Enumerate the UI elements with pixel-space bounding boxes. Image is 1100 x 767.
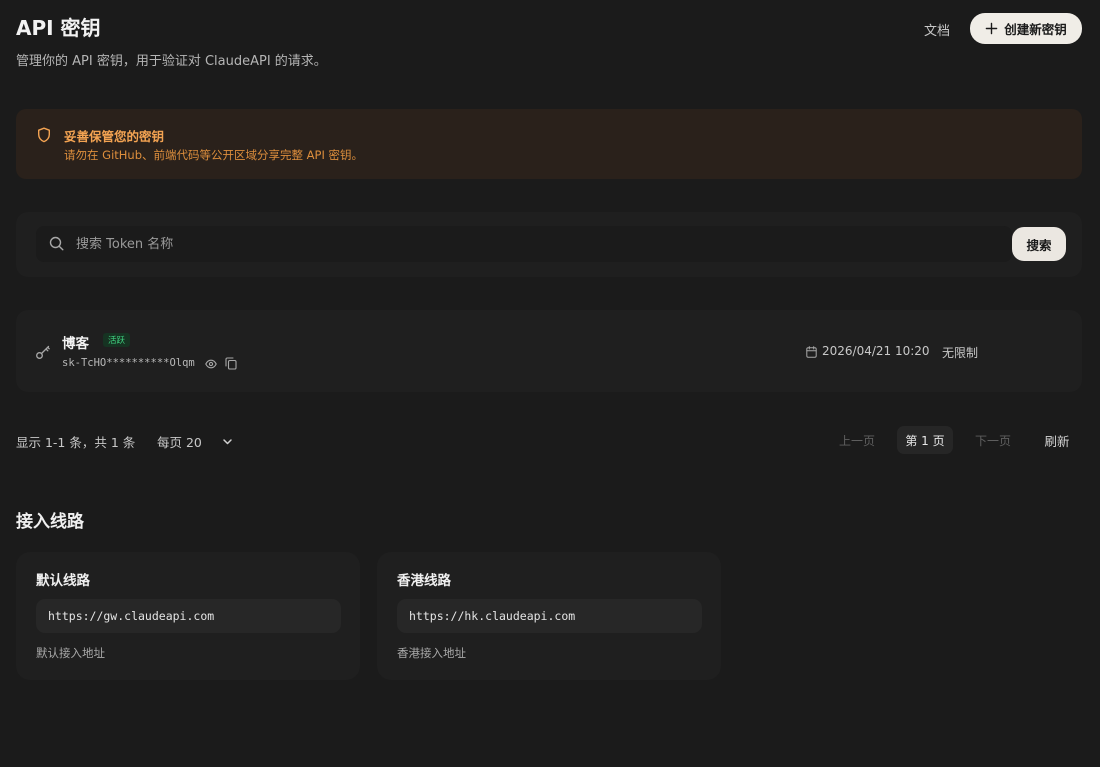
route-url[interactable]: https://gw.claudeapi.com <box>36 599 341 633</box>
token-quota: 无限制 <box>942 346 979 360</box>
token-key: sk-TcHO**********Olqm <box>62 357 195 369</box>
token-row: 博客 活跃 sk-TcHO**********Olqm 2026/04/21 1… <box>16 310 1082 392</box>
warning-title: 妥善保管您的密钥 <box>64 129 165 144</box>
page-subtitle: 管理你的 API 密钥，用于验证对 ClaudeAPI 的请求。 <box>16 54 327 69</box>
docs-link[interactable]: 文档 <box>912 18 962 40</box>
key-icon <box>36 345 50 359</box>
status-badge: 活跃 <box>103 333 131 347</box>
create-key-button[interactable]: 创建新密钥 <box>970 13 1082 44</box>
routes-title: 接入线路 <box>16 512 84 532</box>
page-size-select[interactable]: 每页 20 <box>157 432 237 450</box>
search-panel: 搜索 <box>16 212 1082 277</box>
pagination-info: 显示 1-1 条，共 1 条 <box>16 435 136 450</box>
route-name: 香港线路 <box>397 573 451 589</box>
search-input[interactable] <box>76 226 996 262</box>
page-title: API 密钥 <box>16 16 101 40</box>
create-key-label: 创建新密钥 <box>1004 22 1067 37</box>
token-name: 博客 <box>62 336 89 352</box>
eye-icon[interactable] <box>205 358 217 370</box>
route-card-default: 默认线路 https://gw.claudeapi.com 默认接入地址 <box>16 552 360 680</box>
copy-icon[interactable] <box>225 357 237 370</box>
route-card-hk: 香港线路 https://hk.claudeapi.com 香港接入地址 <box>377 552 721 680</box>
search-box <box>36 226 1012 262</box>
plus-icon <box>985 22 998 35</box>
prev-page-button[interactable]: 上一页 <box>833 426 881 454</box>
route-url[interactable]: https://hk.claudeapi.com <box>397 599 702 633</box>
refresh-button[interactable]: 刷新 <box>1035 426 1079 454</box>
security-warning: 妥善保管您的密钥 请勿在 GitHub、前端代码等公开区域分享完整 API 密钥… <box>16 109 1082 179</box>
route-name: 默认线路 <box>36 573 90 589</box>
route-desc: 香港接入地址 <box>397 646 466 660</box>
api-keys-page: API 密钥 管理你的 API 密钥，用于验证对 ClaudeAPI 的请求。 … <box>0 0 1100 767</box>
current-page[interactable]: 第 1 页 <box>897 426 953 454</box>
search-button[interactable]: 搜索 <box>1012 227 1066 261</box>
search-icon <box>49 236 64 251</box>
next-page-button[interactable]: 下一页 <box>969 426 1017 454</box>
calendar-icon <box>806 346 817 358</box>
shield-icon <box>38 127 50 143</box>
chevron-down-icon <box>223 438 232 444</box>
warning-text: 请勿在 GitHub、前端代码等公开区域分享完整 API 密钥。 <box>64 148 364 162</box>
page-size-label: 每页 20 <box>157 434 202 450</box>
route-desc: 默认接入地址 <box>36 646 105 660</box>
token-date: 2026/04/21 10:20 <box>822 344 930 358</box>
